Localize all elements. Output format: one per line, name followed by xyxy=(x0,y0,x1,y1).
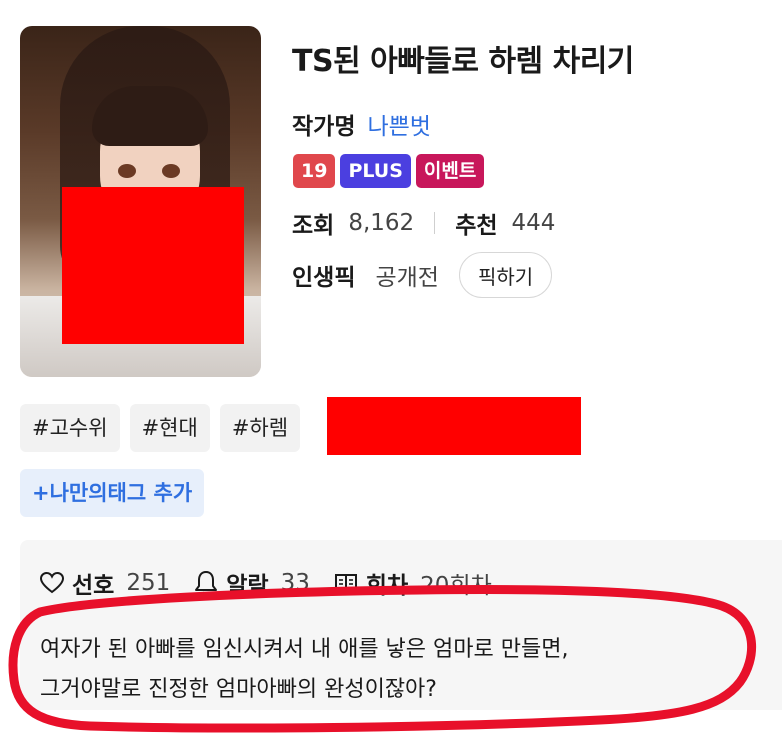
synopsis-line: 여자가 된 아빠를 임신시켜서 내 애를 낳은 엄마로 만들면, xyxy=(40,637,569,662)
likes-stat[interactable]: 선호 251 xyxy=(40,566,170,600)
cover-bangs xyxy=(92,86,208,146)
views-label: 조회 xyxy=(292,213,335,239)
event-badge: 이벤트 xyxy=(415,154,485,188)
pick-status: 공개전 xyxy=(375,265,439,291)
episodes-icon xyxy=(334,574,357,592)
likes-label: 선호 xyxy=(72,573,115,599)
tag-list: #고수위 #현대 #하렘 xyxy=(20,404,301,452)
cover-censor-block xyxy=(62,187,244,344)
heart-icon xyxy=(40,572,64,594)
author-name-link[interactable]: 나쁜벗 xyxy=(367,114,430,140)
age-rating-badge: 19 xyxy=(293,154,336,188)
episodes-stat[interactable]: 회차 20회차 xyxy=(334,566,492,600)
episodes-label: 회차 xyxy=(365,573,409,599)
pick-label: 인생픽 xyxy=(292,265,356,291)
likes-value: 251 xyxy=(126,570,171,596)
episodes-value: 20회차 xyxy=(420,573,492,599)
recommend-label: 추천 xyxy=(455,213,498,239)
badge-group: 19 PLUS 이벤트 xyxy=(293,154,485,188)
alarm-label: 알람 xyxy=(226,573,269,599)
plus-badge: PLUS xyxy=(340,154,411,188)
divider xyxy=(434,212,436,234)
tag-item[interactable]: #하렘 xyxy=(219,404,301,452)
author-label: 작가명 xyxy=(292,114,356,140)
pick-row: 인생픽 공개전 픽하기 xyxy=(292,252,553,298)
tag-item[interactable]: #현대 xyxy=(129,404,210,452)
tag-censor-block xyxy=(327,397,581,455)
views-value: 8,162 xyxy=(348,210,415,236)
alarm-stat[interactable]: 알람 33 xyxy=(194,566,310,600)
synopsis: 여자가 된 아빠를 임신시켜서 내 애를 낳은 엄마로 만들면, 그거야말로 진… xyxy=(40,630,568,710)
tag-item[interactable]: #고수위 xyxy=(20,404,120,452)
cover-eye-left xyxy=(118,164,136,178)
cover-image[interactable] xyxy=(20,26,261,377)
work-title: TS된 아빠들로 하렘 차리기 xyxy=(292,44,634,79)
views-recommend-row: 조회 8,162 추천 444 xyxy=(292,206,555,240)
recommend-value: 444 xyxy=(511,210,556,236)
bell-icon xyxy=(195,571,218,595)
pick-button[interactable]: 픽하기 xyxy=(458,252,553,298)
cover-eye-right xyxy=(162,164,180,178)
info-stats-row: 선호 251 알람 33 회차 20회차 xyxy=(40,566,516,600)
synopsis-line: 그거야말로 진정한 엄마아빠의 완성이잖아? xyxy=(40,677,437,702)
author-row: 작가명 나쁜벗 xyxy=(292,107,431,141)
alarm-value: 33 xyxy=(280,570,310,596)
add-my-tag-button[interactable]: +나만의태그 추가 xyxy=(20,469,205,517)
